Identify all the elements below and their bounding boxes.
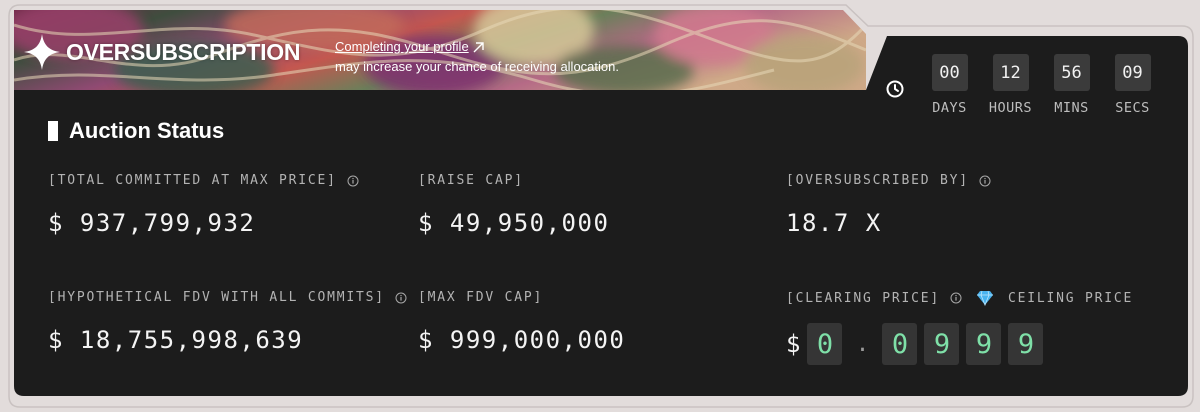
info-icon[interactable] [347,175,359,187]
oversubscribed-label: [OVERSUBSCRIBED BY] [786,173,969,188]
max-fdv-cap-value: $ 999,000,000 [418,326,626,354]
countdown-timer: 00 DAYS 12 HOURS 56 MINS 09 SECS [884,54,1163,116]
price-decimal-point: . [855,331,870,357]
total-committed-label: [TOTAL COMMITTED AT MAX PRICE] [48,173,337,188]
countdown-secs-value: 09 [1114,54,1151,91]
raise-cap-label: [RAISE CAP] [418,173,524,188]
info-icon[interactable] [979,175,991,187]
countdown-days: 00 DAYS [919,54,980,116]
price-digit: 0 [807,323,843,365]
complete-profile-link-label[interactable]: Completing your profile [335,37,469,57]
metric-raise-cap: [RAISE CAP] $ 49,950,000 [418,173,609,237]
max-fdv-cap-label: [MAX FDV CAP] [418,290,544,305]
clock-icon [886,80,904,98]
metric-total-committed: [TOTAL COMMITTED AT MAX PRICE] $ 937,799… [48,173,359,237]
ceiling-price-indicator: CEILING PRICE [976,290,1133,306]
auction-status-title: Auction Status [69,118,225,143]
price-digit: 9 [924,323,960,365]
promo-description: may increase your chance of receiving al… [335,59,619,74]
countdown-hours: 12 HOURS [980,54,1041,116]
countdown-hours-value: 12 [992,54,1029,91]
countdown-days-label: DAYS [932,100,967,116]
clearing-price-label: [CLEARING PRICE] [786,290,941,306]
price-digit: 9 [1008,323,1044,365]
arrow-up-right-icon [473,41,484,52]
complete-profile-link[interactable]: Completing your profile [335,37,619,57]
countdown-secs: 09 SECS [1102,54,1163,116]
info-icon[interactable] [950,292,962,304]
clearing-price-value: $ 0 . 0 9 9 9 [786,323,1050,365]
profile-promo: Completing your profile may increase you… [335,37,619,77]
countdown-hours-label: HOURS [988,100,1033,116]
clearing-price-currency: $ [786,330,801,358]
price-digit: 0 [882,323,918,365]
total-committed-value: $ 937,799,932 [48,209,256,237]
metric-oversubscribed: [OVERSUBSCRIBED BY] 18.7 X [786,173,991,237]
metric-max-fdv-cap: [MAX FDV CAP] $ 999,000,000 [418,290,625,354]
auction-status-heading: Auction Status [48,118,224,144]
four-point-star-icon [24,34,60,70]
countdown-secs-label: SECS [1115,100,1150,116]
oversubscribed-value: 18.7 X [786,209,882,237]
metric-clearing-price: [CLEARING PRICE] CEILING PRICE [786,290,1133,306]
countdown-days-value: 00 [931,54,968,91]
info-icon[interactable] [395,292,407,304]
banner-brand: OVERSUBSCRIPTION [24,34,300,70]
heading-marker [48,121,58,141]
raise-cap-value: $ 49,950,000 [418,209,610,237]
metric-hypothetical-fdv: [HYPOTHETICAL FDV WITH ALL COMMITS] $ 18… [48,290,407,354]
banner-title: OVERSUBSCRIPTION [66,38,301,65]
countdown-mins: 56 MINS [1041,54,1102,116]
countdown-mins-value: 56 [1053,54,1090,91]
hypothetical-fdv-label: [HYPOTHETICAL FDV WITH ALL COMMITS] [48,290,385,305]
hypothetical-fdv-value: $ 18,755,998,639 [48,326,304,354]
ceiling-price-label: CEILING PRICE [1008,290,1134,306]
countdown-mins-label: MINS [1054,100,1089,116]
diamond-gem-icon [977,290,994,306]
price-digit: 9 [966,323,1002,365]
